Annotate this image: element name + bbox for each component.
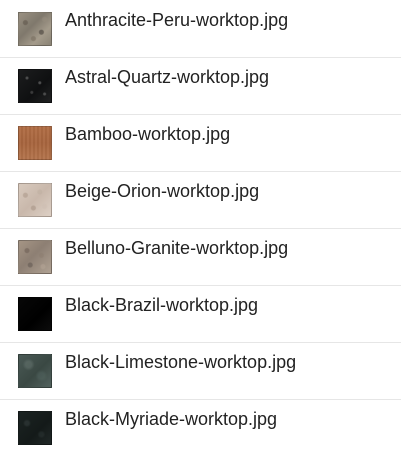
file-list: Anthracite-Peru-worktop.jpg Astral-Quart… <box>0 0 401 450</box>
image-thumbnail[interactable] <box>18 12 52 46</box>
file-row-bamboo[interactable]: Bamboo-worktop.jpg <box>0 115 401 172</box>
file-name[interactable]: Black-Limestone-worktop.jpg <box>65 351 296 373</box>
image-thumbnail[interactable] <box>18 183 52 217</box>
file-row-belluno-granite[interactable]: Belluno-Granite-worktop.jpg <box>0 229 401 286</box>
file-row-anthracite-peru[interactable]: Anthracite-Peru-worktop.jpg <box>0 1 401 58</box>
file-name[interactable]: Astral-Quartz-worktop.jpg <box>65 66 269 88</box>
file-row-black-myriade[interactable]: Black-Myriade-worktop.jpg <box>0 400 401 457</box>
image-thumbnail[interactable] <box>18 240 52 274</box>
image-thumbnail[interactable] <box>18 411 52 445</box>
image-thumbnail[interactable] <box>18 69 52 103</box>
image-thumbnail[interactable] <box>18 297 52 331</box>
file-name[interactable]: Anthracite-Peru-worktop.jpg <box>65 9 288 31</box>
file-name[interactable]: Beige-Orion-worktop.jpg <box>65 180 259 202</box>
file-row-black-limestone[interactable]: Black-Limestone-worktop.jpg <box>0 343 401 400</box>
file-row-beige-orion[interactable]: Beige-Orion-worktop.jpg <box>0 172 401 229</box>
file-name[interactable]: Black-Myriade-worktop.jpg <box>65 408 277 430</box>
file-row-black-brazil[interactable]: Black-Brazil-worktop.jpg <box>0 286 401 343</box>
file-row-astral-quartz[interactable]: Astral-Quartz-worktop.jpg <box>0 58 401 115</box>
image-thumbnail[interactable] <box>18 126 52 160</box>
file-name[interactable]: Belluno-Granite-worktop.jpg <box>65 237 288 259</box>
file-name[interactable]: Black-Brazil-worktop.jpg <box>65 294 258 316</box>
file-name[interactable]: Bamboo-worktop.jpg <box>65 123 230 145</box>
image-thumbnail[interactable] <box>18 354 52 388</box>
